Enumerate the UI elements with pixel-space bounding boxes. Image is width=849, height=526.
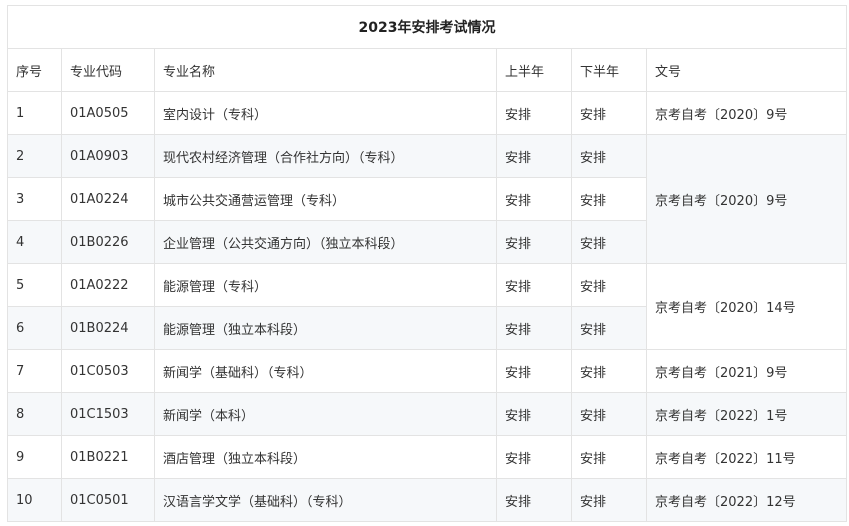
cell-first-half: 安排 — [496, 177, 572, 221]
cell-name: 能源管理（独立本科段） — [154, 306, 497, 350]
cell-first-half: 安排 — [496, 392, 572, 436]
cell-first-half: 安排 — [496, 91, 572, 135]
cell-code: 01A0222 — [61, 263, 155, 307]
cell-first-half: 安排 — [496, 349, 572, 393]
cell-code: 01C1503 — [61, 392, 155, 436]
cell-name: 新闻学（基础科）（专科） — [154, 349, 497, 393]
cell-second-half: 安排 — [571, 134, 647, 178]
header-code: 专业代码 — [61, 48, 155, 92]
table-row: 1 01A0505 室内设计（专科） 安排 安排 京考自考〔2020〕9号 — [7, 91, 848, 135]
table-row: 2 01A0903 现代农村经济管理（合作社方向）（专科） 安排 安排 京考自考… — [7, 134, 848, 264]
cell-name: 企业管理（公共交通方向）（独立本科段） — [154, 220, 497, 264]
cell-first-half: 安排 — [496, 306, 572, 350]
cell-doc-number: 京考自考〔2022〕12号 — [645, 478, 848, 522]
cell-name: 现代农村经济管理（合作社方向）（专科） — [154, 134, 497, 178]
cell-doc-number: 京考自考〔2022〕1号 — [645, 392, 848, 436]
cell-seq: 10 — [7, 478, 62, 522]
cell-doc-number: 京考自考〔2020〕14号 — [645, 263, 848, 350]
cell-second-half: 安排 — [571, 435, 647, 479]
cell-seq: 6 — [7, 306, 62, 350]
cell-code: 01A0224 — [61, 177, 155, 221]
cell-seq: 4 — [7, 220, 62, 264]
cell-second-half: 安排 — [571, 478, 647, 522]
cell-first-half: 安排 — [496, 263, 572, 307]
cell-code: 01B0226 — [61, 220, 155, 264]
cell-second-half: 安排 — [571, 349, 647, 393]
table-row: 5 01A0222 能源管理（专科） 安排 安排 京考自考〔2020〕14号 — [7, 263, 848, 350]
cell-second-half: 安排 — [571, 306, 647, 350]
cell-code: 01B0221 — [61, 435, 155, 479]
table-row: 8 01C1503 新闻学（本科） 安排 安排 京考自考〔2022〕1号 — [7, 392, 848, 436]
cell-seq: 8 — [7, 392, 62, 436]
cell-name: 酒店管理（独立本科段） — [154, 435, 497, 479]
header-doc-number: 文号 — [645, 48, 848, 92]
cell-first-half: 安排 — [496, 435, 572, 479]
cell-code: 01C0501 — [61, 478, 155, 522]
table-row: 9 01B0221 酒店管理（独立本科段） 安排 安排 京考自考〔2022〕11… — [7, 435, 848, 479]
cell-second-half: 安排 — [571, 220, 647, 264]
cell-doc-number: 京考自考〔2022〕11号 — [645, 435, 848, 479]
cell-seq: 1 — [7, 91, 62, 135]
table-row: 10 01C0501 汉语言学文学（基础科）（专科） 安排 安排 京考自考〔20… — [7, 478, 848, 522]
cell-doc-number: 京考自考〔2020〕9号 — [645, 91, 848, 135]
cell-second-half: 安排 — [571, 91, 647, 135]
exam-schedule-table: 2023年安排考试情况 序号 专业代码 专业名称 上半年 下半年 文号 1 01… — [6, 5, 848, 522]
cell-first-half: 安排 — [496, 134, 572, 178]
cell-code: 01B0224 — [61, 306, 155, 350]
cell-second-half: 安排 — [571, 263, 647, 307]
header-second-half: 下半年 — [571, 48, 647, 92]
cell-seq: 3 — [7, 177, 62, 221]
cell-doc-number: 京考自考〔2021〕9号 — [645, 349, 848, 393]
cell-name: 汉语言学文学（基础科）（专科） — [154, 478, 497, 522]
cell-code: 01A0903 — [61, 134, 155, 178]
table-row: 7 01C0503 新闻学（基础科）（专科） 安排 安排 京考自考〔2021〕9… — [7, 349, 848, 393]
cell-second-half: 安排 — [571, 177, 647, 221]
header-name: 专业名称 — [154, 48, 497, 92]
cell-first-half: 安排 — [496, 478, 572, 522]
cell-second-half: 安排 — [571, 392, 647, 436]
cell-name: 能源管理（专科） — [154, 263, 497, 307]
header-first-half: 上半年 — [496, 48, 572, 92]
cell-seq: 5 — [7, 263, 62, 307]
table-header-row: 序号 专业代码 专业名称 上半年 下半年 文号 — [7, 48, 848, 92]
cell-seq: 9 — [7, 435, 62, 479]
cell-code: 01A0505 — [61, 91, 155, 135]
table-title-row: 2023年安排考试情况 — [6, 5, 848, 49]
header-seq: 序号 — [7, 48, 62, 92]
cell-name: 城市公共交通营运管理（专科） — [154, 177, 497, 221]
cell-first-half: 安排 — [496, 220, 572, 264]
cell-code: 01C0503 — [61, 349, 155, 393]
table-title: 2023年安排考试情况 — [6, 5, 848, 49]
cell-seq: 7 — [7, 349, 62, 393]
cell-seq: 2 — [7, 134, 62, 178]
cell-name: 新闻学（本科） — [154, 392, 497, 436]
cell-name: 室内设计（专科） — [154, 91, 497, 135]
cell-doc-number: 京考自考〔2020〕9号 — [645, 134, 848, 264]
